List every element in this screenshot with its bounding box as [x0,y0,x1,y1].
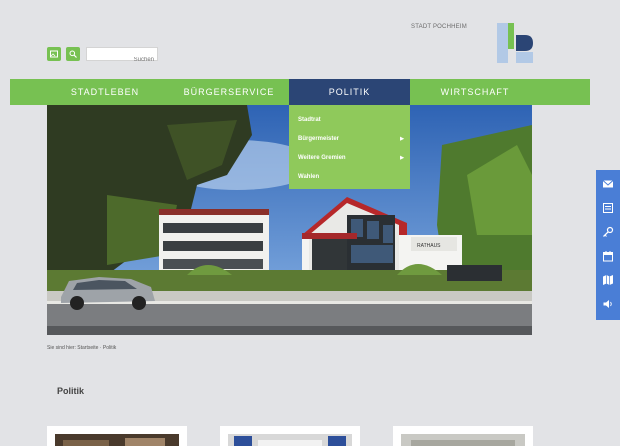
submenu-arrow-icon: ▶ [400,155,404,161]
map-icon[interactable] [602,274,614,286]
dropdown-item-buergermeister[interactable]: Bürgermeister ▶ [289,130,410,149]
nav-item-wirtschaft[interactable]: WIRTSCHAFT [412,79,538,105]
content-card[interactable] [220,426,360,446]
content-card[interactable] [47,426,187,446]
side-service-toolbar [596,170,620,320]
town-hall-sign: RATHAUS [417,243,441,249]
logo-text: STADT POCHHEIM [411,24,467,30]
page-title: Politik [57,386,85,396]
search-icon [69,50,77,58]
search-button[interactable] [66,47,80,61]
city-logo[interactable] [497,23,533,63]
main-navigation: STADTLEBEN BÜRGERSERVICE POLITIK WIRTSCH… [10,79,590,105]
dropdown-item-weitere-gremien[interactable]: Weitere Gremien ▶ [289,149,410,168]
dropdown-item-label: Bürgermeister [298,136,340,142]
mail-icon[interactable] [602,178,614,190]
image-icon-button[interactable] [47,47,61,61]
dropdown-item-label: Stadtrat [298,117,321,123]
newsletter-icon[interactable] [602,202,614,214]
nav-item-stadtleben[interactable]: STADTLEBEN [50,79,160,105]
politik-dropdown-menu: Stadtrat Bürgermeister ▶ Weitere Gremien ▶… [289,105,410,189]
dropdown-item-wahlen[interactable]: Wahlen [289,168,410,187]
card-thumbnail-interior [55,434,179,446]
breadcrumb: Sie sind hier: Startseite · Politik [47,345,117,351]
speaker-icon[interactable] [602,298,614,310]
card-thumbnail-flags [228,434,352,446]
dropdown-item-stadtrat[interactable]: Stadtrat [289,111,410,130]
dropdown-item-label: Weitere Gremien [298,155,346,161]
calendar-icon[interactable] [602,250,614,262]
search-input[interactable] [87,54,157,66]
key-icon[interactable] [602,226,614,238]
nav-item-buergerservice[interactable]: BÜRGERSERVICE [168,79,290,105]
image-icon [50,50,58,58]
search-field[interactable] [86,47,158,66]
nav-item-politik[interactable]: POLITIK [289,79,410,105]
card-thumbnail-hall [401,434,525,446]
submenu-arrow-icon: ▶ [400,136,404,142]
dropdown-item-label: Wahlen [298,174,320,180]
content-card[interactable] [393,426,533,446]
